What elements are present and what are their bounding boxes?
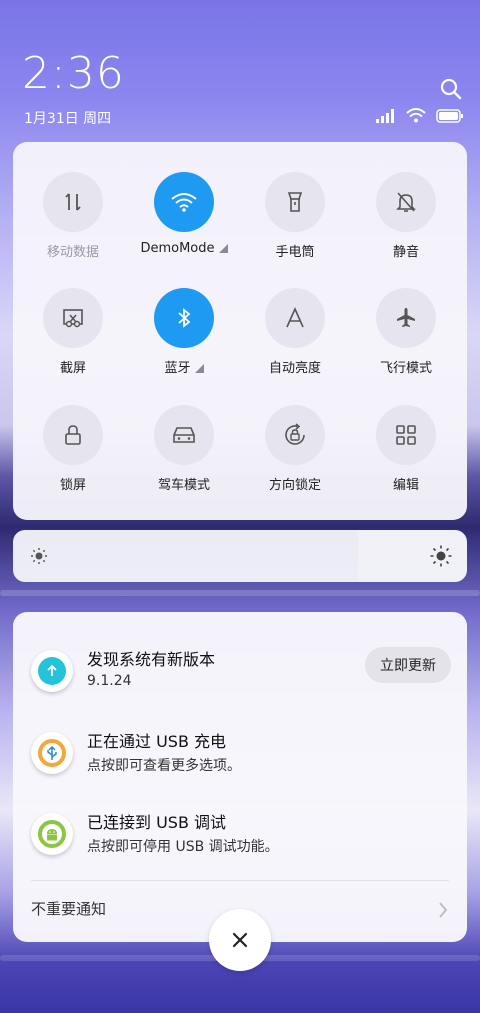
tile-label: 静音 (392, 245, 419, 260)
notification-title: 正在通过 USB 充电 (87, 732, 227, 751)
tile-mobile-data[interactable]: 移动数据 (23, 172, 123, 260)
tile-bluetooth[interactable]: 蓝牙 (134, 288, 234, 376)
notification-system-update[interactable]: 发现系统有新版本 9.1.24 立即更新 (13, 642, 467, 712)
update-now-button[interactable]: 立即更新 (365, 647, 451, 683)
lock-icon (43, 405, 103, 465)
tile-screenshot[interactable]: 截屏 (23, 288, 123, 376)
close-icon (232, 932, 248, 948)
divider (31, 880, 449, 881)
signal-icon (376, 108, 394, 123)
wifi-status-icon (406, 108, 426, 123)
wallpaper-streak (0, 590, 480, 596)
update-arrow-icon (38, 657, 66, 685)
expand-triangle-icon[interactable] (194, 364, 204, 373)
brightness-high-icon (430, 545, 452, 567)
tile-edit[interactable]: 编辑 (356, 405, 456, 493)
tile-airplane[interactable]: 飞行模式 (356, 288, 456, 376)
tile-label: DemoMode (140, 241, 215, 256)
search-icon[interactable] (440, 78, 462, 100)
usb-icon (38, 739, 66, 767)
clear-all-button[interactable] (209, 909, 271, 971)
android-icon (38, 820, 66, 848)
tile-label: 自动亮度 (268, 361, 321, 376)
tile-label: 锁屏 (59, 478, 86, 493)
notification-title: 已连接到 USB 调试 (87, 813, 227, 832)
wifi-icon (154, 172, 214, 232)
mobile-data-icon (43, 172, 103, 232)
tile-flashlight[interactable]: 手电筒 (245, 172, 345, 260)
notification-usb-debugging[interactable]: 已连接到 USB 调试 点按即可停用 USB 调试功能。 (13, 805, 467, 875)
unimportant-notifications-link[interactable]: 不重要通知 (31, 898, 106, 919)
tile-label: 驾车模式 (157, 478, 210, 493)
car-icon (154, 405, 214, 465)
tile-label: 移动数据 (46, 245, 99, 260)
tile-wifi[interactable]: DemoMode (134, 172, 234, 256)
tile-label: 蓝牙 (164, 361, 191, 376)
notification-subtitle: 点按即可查看更多选项。 (87, 758, 241, 774)
quick-settings-panel: 移动数据 DemoMode 手电筒 静音 截屏 蓝牙 自动亮度 飞行模式 锁屏 … (13, 142, 467, 520)
tile-rotation-lock[interactable]: 方向锁定 (245, 405, 345, 493)
update-app-icon (31, 650, 73, 692)
tile-label: 截屏 (59, 361, 86, 376)
notification-title: 发现系统有新版本 (87, 650, 216, 669)
brightness-low-icon (31, 548, 47, 564)
date: 1月31日 周四 (24, 111, 112, 127)
tile-label: 编辑 (392, 478, 419, 493)
tile-label: 飞行模式 (379, 361, 432, 376)
chevron-right-icon[interactable] (437, 900, 449, 920)
tile-label: 方向锁定 (268, 478, 321, 493)
notification-usb-charging[interactable]: 正在通过 USB 充电 点按即可查看更多选项。 (13, 724, 467, 794)
auto-brightness-icon (265, 288, 325, 348)
tile-silent[interactable]: 静音 (356, 172, 456, 260)
airplane-icon (376, 288, 436, 348)
rotation-lock-icon (265, 405, 325, 465)
tile-lock-screen[interactable]: 锁屏 (23, 405, 123, 493)
bluetooth-icon (154, 288, 214, 348)
notification-subtitle: 9.1.24 (87, 673, 132, 689)
grid-edit-icon (376, 405, 436, 465)
flashlight-icon (265, 172, 325, 232)
battery-icon (436, 108, 463, 123)
notification-panel: 发现系统有新版本 9.1.24 立即更新 正在通过 USB 充电 点按即可查看更… (13, 612, 467, 942)
clock: 2:36 (22, 48, 125, 99)
expand-triangle-icon[interactable] (218, 244, 228, 253)
tile-driving-mode[interactable]: 驾车模式 (134, 405, 234, 493)
usb-app-icon (31, 732, 73, 774)
screenshot-icon (43, 288, 103, 348)
tile-label: 手电筒 (275, 245, 315, 260)
status-icons (376, 108, 464, 123)
notification-subtitle: 点按即可停用 USB 调试功能。 (87, 839, 279, 855)
tile-auto-brightness[interactable]: 自动亮度 (245, 288, 345, 376)
bell-off-icon (376, 172, 436, 232)
android-app-icon (31, 813, 73, 855)
brightness-slider[interactable] (13, 530, 467, 582)
